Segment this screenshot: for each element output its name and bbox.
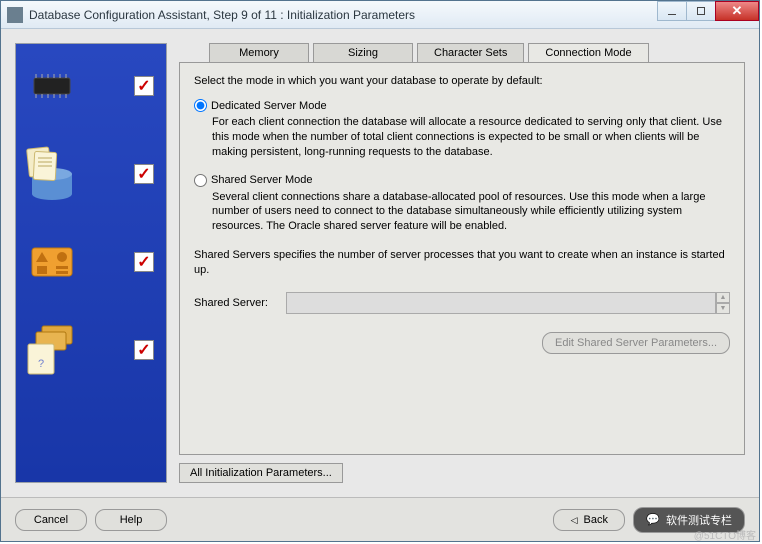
tab-memory[interactable]: Memory: [209, 43, 309, 63]
all-init-params-button[interactable]: All Initialization Parameters...: [179, 463, 343, 483]
dedicated-radio[interactable]: [194, 99, 207, 112]
cancel-button[interactable]: Cancel: [15, 509, 87, 531]
app-window: Database Configuration Assistant, Step 9…: [0, 0, 760, 542]
intro-text: Select the mode in which you want your d…: [194, 75, 730, 87]
tab-panel: Select the mode in which you want your d…: [179, 62, 745, 455]
spinner-down-button[interactable]: ▼: [716, 303, 730, 314]
check-icon: [134, 76, 154, 96]
shared-server-row: Shared Server: ▲ ▼: [194, 292, 730, 314]
svg-text:?: ?: [38, 358, 44, 370]
shared-servers-note: Shared Servers specifies the number of s…: [194, 248, 730, 278]
shared-mode-group: Shared Server Mode Several client connec…: [194, 174, 730, 235]
database-docs-icon: [24, 146, 80, 202]
shared-server-spinner: ▲ ▼: [286, 292, 730, 314]
maximize-button[interactable]: [686, 1, 716, 21]
shared-radio[interactable]: [194, 174, 207, 187]
shared-label: Shared Server Mode: [211, 174, 313, 186]
main-content: Memory Sizing Character Sets Connection …: [179, 43, 745, 483]
window-body: ? Memory Sizing Character Sets Connectio…: [1, 29, 759, 497]
tab-character-sets[interactable]: Character Sets: [417, 43, 524, 63]
sidebar-step-3: [24, 232, 158, 292]
edit-shared-params-button[interactable]: Edit Shared Server Parameters...: [542, 332, 730, 354]
wizard-sidebar: ?: [15, 43, 167, 483]
check-icon: [134, 164, 154, 184]
shapes-icon: [24, 234, 80, 290]
shared-server-input[interactable]: [286, 292, 716, 314]
dedicated-mode-group: Dedicated Server Mode For each client co…: [194, 99, 730, 160]
shared-server-label: Shared Server:: [194, 297, 276, 309]
shared-description: Several client connections share a datab…: [212, 190, 730, 235]
folders-question-icon: ?: [24, 322, 80, 378]
back-button[interactable]: Back: [553, 509, 625, 531]
window-title: Database Configuration Assistant, Step 9…: [29, 8, 658, 22]
app-icon: [7, 7, 23, 23]
wechat-icon: 💬: [646, 513, 660, 526]
tab-connection-mode[interactable]: Connection Mode: [528, 43, 648, 63]
tab-bar: Memory Sizing Character Sets Connection …: [179, 43, 745, 63]
dedicated-description: For each client connection the database …: [212, 115, 730, 160]
titlebar: Database Configuration Assistant, Step 9…: [1, 1, 759, 29]
close-button[interactable]: ✕: [715, 1, 759, 21]
dedicated-label: Dedicated Server Mode: [211, 100, 327, 112]
help-button[interactable]: Help: [95, 509, 167, 531]
check-icon: [134, 252, 154, 272]
window-controls: ✕: [658, 1, 759, 28]
watermark-text: @51CTO博客: [694, 527, 756, 542]
minimize-button[interactable]: [657, 1, 687, 21]
tab-sizing[interactable]: Sizing: [313, 43, 413, 63]
wizard-footer: Cancel Help Back 💬 软件测试专栏: [1, 497, 759, 541]
check-icon: [134, 340, 154, 360]
spinner-up-button[interactable]: ▲: [716, 292, 730, 303]
chip-icon: [24, 58, 80, 114]
sidebar-step-2: [24, 144, 158, 204]
sidebar-step-4: ?: [24, 320, 158, 380]
next-button-label: 软件测试专栏: [666, 512, 732, 528]
sidebar-step-1: [24, 56, 158, 116]
